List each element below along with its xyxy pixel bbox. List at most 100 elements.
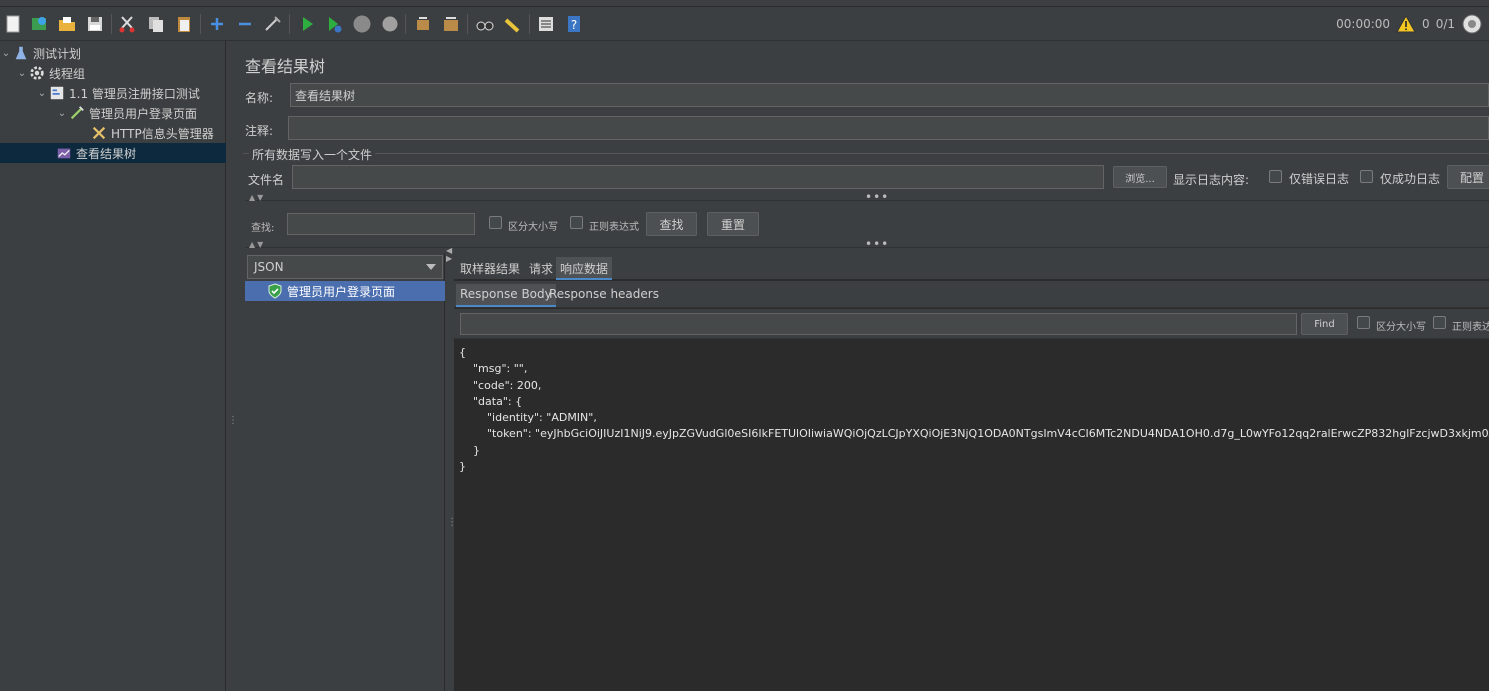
name-label: 名称: xyxy=(245,91,274,105)
find-button[interactable]: 查找 xyxy=(646,212,697,236)
name-field[interactable]: 查看结果树 xyxy=(290,83,1489,107)
clear-icon[interactable] xyxy=(412,13,434,35)
paste-icon[interactable] xyxy=(173,13,195,35)
chevron-down-icon[interactable]: ⌄ xyxy=(0,48,12,59)
shutdown-icon[interactable] xyxy=(379,13,401,35)
collapse-arrows-icon[interactable]: ◀ ▶ xyxy=(446,247,452,263)
elapsed-timer: 00:00:00 xyxy=(1336,17,1391,31)
jmeter-window: ? 00:00:00 0 0/1 ⌄ 测试计划 ⌄ 线程组 ⌄ 1.1 管理员注… xyxy=(0,0,1489,691)
tab-request[interactable]: 请求 xyxy=(525,257,557,280)
tree-item-test-plan[interactable]: ⌄ 测试计划 xyxy=(0,43,226,63)
toolbar: ? 00:00:00 0 0/1 xyxy=(0,7,1489,41)
search-label: 查找: xyxy=(251,223,275,234)
splitter-bottom[interactable]: ▲▼ ••• xyxy=(245,237,1489,251)
comment-label: 注释: xyxy=(245,124,274,138)
response-case-label: 区分大小写 xyxy=(1376,322,1426,333)
tree-item-header-manager[interactable]: HTTP信息头管理器 xyxy=(0,123,226,143)
group-title: 所有数据写入一个文件 xyxy=(249,146,376,163)
response-line: } xyxy=(459,443,480,457)
search-input[interactable] xyxy=(287,213,475,235)
cut-icon[interactable] xyxy=(116,13,138,35)
collapse-arrows-icon[interactable]: ▲▼ xyxy=(249,240,265,249)
response-find-button[interactable]: Find xyxy=(1301,313,1348,335)
page-title: 查看结果树 xyxy=(245,57,326,76)
controller-icon xyxy=(48,84,66,102)
result-tree-panel: 查看结果树 名称: 查看结果树 注释: 所有数据写入一个文件 文件名 浏览...… xyxy=(235,41,1489,691)
splitter-top[interactable]: ▲▼ ••• xyxy=(245,190,1489,204)
chevron-down-icon[interactable] xyxy=(426,264,436,270)
errors-only-label: 仅错误日志 xyxy=(1289,172,1350,186)
result-splitter[interactable]: ◀ ▶ ⋮ xyxy=(445,247,457,691)
success-shield-icon xyxy=(267,283,283,299)
sample-result-item[interactable]: 管理员用户登录页面 xyxy=(245,281,445,301)
collapse-icon[interactable] xyxy=(234,13,256,35)
expand-icon[interactable] xyxy=(206,13,228,35)
comment-field[interactable] xyxy=(288,116,1489,140)
drag-handle-icon[interactable]: ••• xyxy=(865,237,889,251)
response-body-text[interactable]: { "msg": "", "code": 200, "data": { "ide… xyxy=(459,345,1489,475)
success-only-checkbox[interactable] xyxy=(1360,170,1373,183)
tree-item-controller[interactable]: ⌄ 1.1 管理员注册接口测试 xyxy=(0,83,226,103)
copy-icon[interactable] xyxy=(145,13,167,35)
case-sensitive-checkbox[interactable] xyxy=(489,216,502,229)
search-icon[interactable] xyxy=(474,13,496,35)
response-find-input[interactable] xyxy=(460,313,1297,335)
tree-item-label: 测试计划 xyxy=(33,46,82,61)
chevron-down-icon[interactable]: ⌄ xyxy=(36,88,48,99)
tree-item-label: 查看结果树 xyxy=(76,146,137,161)
warning-icon[interactable] xyxy=(1396,14,1416,34)
test-plan-icon xyxy=(12,44,30,62)
help-icon[interactable]: ? xyxy=(563,13,585,35)
tab-response-body[interactable]: Response Body xyxy=(456,284,556,307)
reset-button[interactable]: 重置 xyxy=(707,212,759,236)
tab-response-headers[interactable]: Response headers xyxy=(545,284,663,307)
response-line: "code": 200, xyxy=(459,378,542,392)
save-icon[interactable] xyxy=(84,13,106,35)
collapse-arrows-icon[interactable]: ▲▼ xyxy=(249,193,265,202)
thread-group-icon xyxy=(28,64,46,82)
header-manager-icon xyxy=(90,124,108,142)
sampler-icon xyxy=(68,104,86,122)
tree-item-sampler[interactable]: ⌄ 管理员用户登录页面 xyxy=(0,103,226,123)
tab-sampler-result[interactable]: 取样器结果 xyxy=(456,257,524,280)
tree-item-thread-group[interactable]: ⌄ 线程组 xyxy=(0,63,226,83)
response-case-checkbox[interactable] xyxy=(1357,316,1370,329)
clear-all-icon[interactable] xyxy=(440,13,462,35)
open-icon[interactable] xyxy=(56,13,78,35)
response-regex-checkbox[interactable] xyxy=(1433,316,1446,329)
tree-item-label: 线程组 xyxy=(49,66,86,81)
response-line: "msg": "", xyxy=(459,362,528,376)
renderer-value: JSON xyxy=(254,260,284,274)
stop-icon[interactable] xyxy=(351,13,373,35)
new-icon[interactable] xyxy=(2,13,24,35)
config-button[interactable]: 配置 xyxy=(1447,165,1489,189)
file-name-field[interactable] xyxy=(292,165,1104,189)
start-no-pause-icon[interactable] xyxy=(323,13,345,35)
browse-button[interactable]: 浏览... xyxy=(1113,166,1167,188)
test-plan-tree: ⌄ 测试计划 ⌄ 线程组 ⌄ 1.1 管理员注册接口测试 ⌄ 管理员用户登录页面… xyxy=(0,41,226,691)
drag-handle-icon[interactable]: ••• xyxy=(865,190,889,204)
reset-search-icon[interactable] xyxy=(502,13,524,35)
warning-count: 0 xyxy=(1422,17,1430,31)
tree-item-result-tree[interactable]: 查看结果树 xyxy=(0,143,226,163)
toggle-icon[interactable] xyxy=(262,13,284,35)
tab-response-data[interactable]: 响应数据 xyxy=(556,257,613,280)
tree-splitter[interactable]: ⋮ xyxy=(226,41,238,691)
renderer-select[interactable]: JSON xyxy=(247,255,443,279)
regex-checkbox[interactable] xyxy=(570,216,583,229)
function-helper-icon[interactable] xyxy=(535,13,557,35)
file-label: 文件名 xyxy=(248,173,285,187)
tree-item-label: 管理员用户登录页面 xyxy=(89,106,198,121)
response-line: { xyxy=(459,346,466,359)
chevron-down-icon[interactable]: ⌄ xyxy=(16,68,28,79)
errors-only-checkbox[interactable] xyxy=(1269,170,1282,183)
templates-icon[interactable] xyxy=(28,13,50,35)
chevron-down-icon[interactable]: ⌄ xyxy=(56,108,68,119)
result-tree-icon xyxy=(55,144,73,162)
tree-item-label: HTTP信息头管理器 xyxy=(111,126,214,141)
log-label: 显示日志内容: xyxy=(1173,173,1250,187)
sample-list-pane: JSON 管理员用户登录页面 xyxy=(245,253,445,691)
remote-status-icon[interactable] xyxy=(1461,13,1483,35)
start-icon[interactable] xyxy=(296,13,318,35)
response-line: } xyxy=(459,460,466,474)
